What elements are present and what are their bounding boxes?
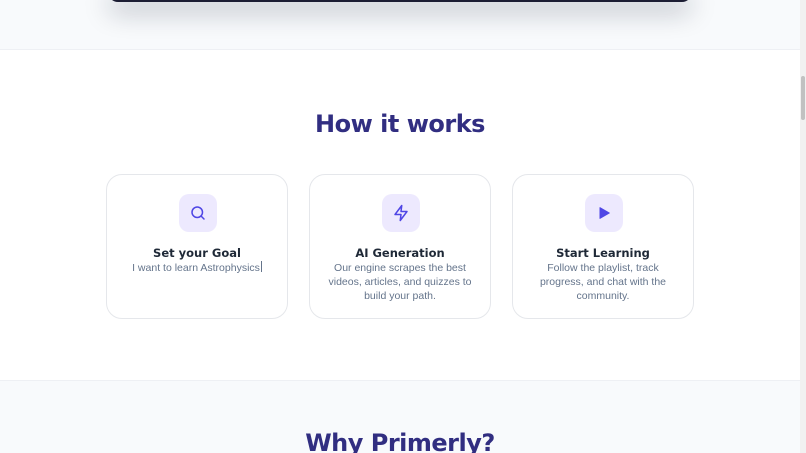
why-primerly-title: Why Primerly?: [305, 429, 495, 453]
why-primerly-section: Why Primerly?: [0, 380, 800, 453]
step-card-set-goal: Set your Goal I want to learn Astrophysi…: [106, 174, 288, 319]
how-it-works-title: How it works: [315, 110, 485, 138]
step-icon-container: [585, 194, 623, 232]
step-card-start-learning: Start Learning Follow the playlist, trac…: [512, 174, 694, 319]
hero-section-bottom: [0, 0, 800, 50]
step-icon-container: [179, 194, 217, 232]
step-icon-container: [382, 194, 420, 232]
step-title: Set your Goal: [153, 246, 241, 260]
hero-preview-frame: [108, 0, 692, 2]
step-title: Start Learning: [556, 246, 650, 260]
step-description: Our engine scrapes the best videos, arti…: [328, 262, 472, 302]
typing-example-text: I want to learn Astrophysics: [132, 262, 260, 274]
page: How it works Set your Goal I want to lea…: [0, 0, 806, 453]
typing-caret: [260, 261, 262, 272]
how-it-works-section: How it works Set your Goal I want to lea…: [0, 50, 800, 380]
step-description: Follow the playlist, track progress, and…: [539, 262, 667, 302]
search-icon: [191, 206, 205, 220]
lightning-bolt-icon: [394, 204, 408, 222]
scrollbar-thumb[interactable]: [801, 76, 805, 120]
play-icon: [599, 207, 610, 219]
step-title: AI Generation: [355, 246, 445, 260]
step-description: I want to learn Astrophysics: [121, 261, 273, 275]
vertical-scrollbar[interactable]: [800, 0, 806, 453]
step-card-ai-generation: AI Generation Our engine scrapes the bes…: [309, 174, 491, 319]
